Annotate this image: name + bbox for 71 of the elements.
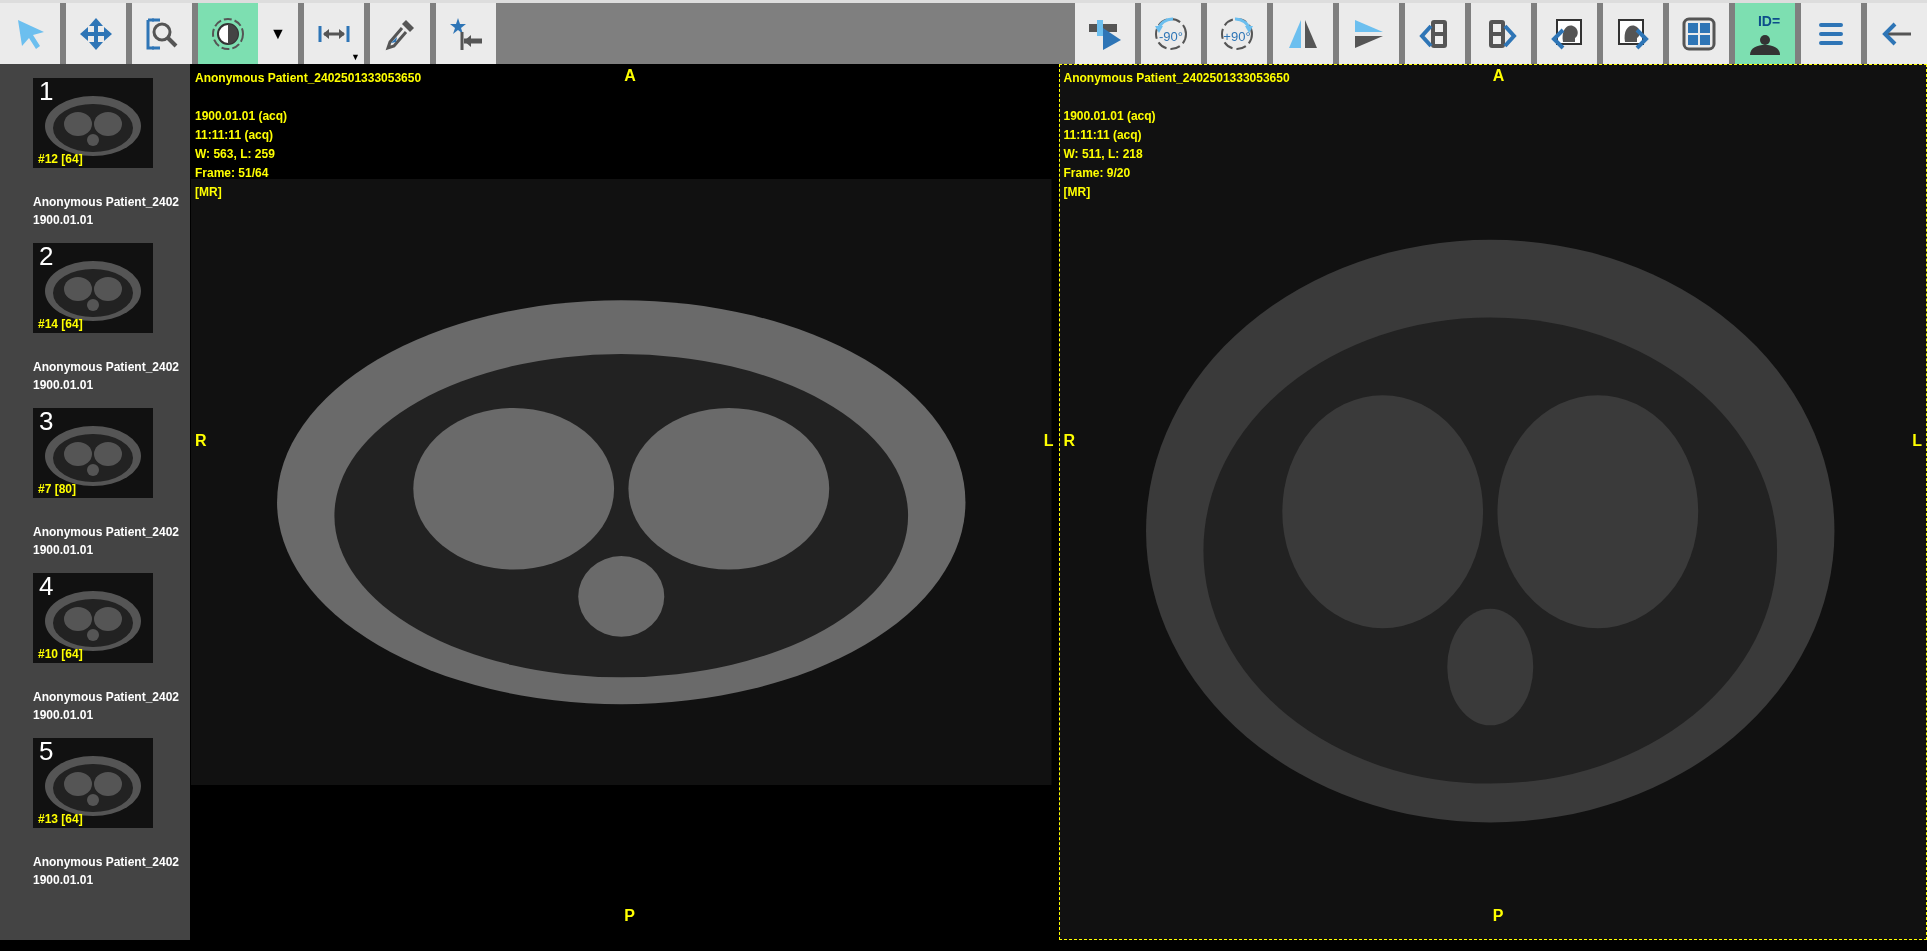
cine-button[interactable] (1075, 3, 1135, 64)
series-number: 5 (39, 736, 54, 767)
back-button[interactable] (1867, 3, 1927, 64)
overlay-info: [MR] (1063, 184, 1092, 201)
patient-name: Anonymous Patient_2402501333053650 (1063, 70, 1290, 87)
series-thumbnail[interactable]: 2 #14 [64] (33, 243, 153, 333)
measure-button[interactable]: ▼ (304, 3, 364, 64)
image-count-label: #12 [64] (38, 152, 83, 166)
star-arrow-button[interactable] (436, 3, 496, 64)
patient-info-button[interactable]: ID= (1735, 3, 1795, 64)
overlay-info: Frame: 51/64 (195, 165, 270, 182)
overlay-info: Frame: 9/20 (1063, 165, 1132, 182)
study-next-button[interactable] (1603, 3, 1663, 64)
series-prev-button[interactable] (1405, 3, 1465, 64)
series-number: 2 (39, 241, 54, 272)
series-date: 1900.01.01 (33, 872, 95, 889)
window-level-button[interactable] (198, 3, 258, 64)
menu-button[interactable] (1801, 3, 1861, 64)
orientation-label: P (1492, 907, 1504, 925)
eyedropper-button[interactable] (370, 3, 430, 64)
orientation-label: A (1492, 67, 1505, 85)
orientation-label: R (1063, 432, 1076, 451)
series-thumbnail[interactable]: 5 #13 [64] (33, 738, 153, 828)
series-date: 1900.01.01 (33, 377, 95, 394)
overlay-info: [MR] (195, 184, 223, 201)
rotate-right-icon (1219, 15, 1255, 52)
patient-name: Anonymous Patient_2402 (33, 689, 181, 706)
orientation-label: R (195, 432, 207, 451)
zoom-button[interactable] (132, 3, 192, 64)
series-number: 1 (39, 76, 54, 107)
overlay-info: W: 563, L: 259 (195, 146, 276, 163)
contrast-icon (210, 15, 246, 52)
series-date: 1900.01.01 (33, 212, 95, 229)
overlay-info: 1900.01.01 (acq) (1063, 108, 1157, 125)
image-count-label: #13 [64] (38, 812, 83, 826)
series-thumbnail[interactable]: 1 #12 [64] (33, 78, 153, 168)
series-next-button[interactable] (1471, 3, 1531, 64)
overlay-info: W: 511, L: 218 (1063, 146, 1144, 163)
pan-button[interactable] (66, 3, 126, 64)
series-date: 1900.01.01 (33, 707, 95, 724)
series-number: 4 (39, 571, 54, 602)
orientation-label: P (624, 907, 635, 925)
image-count-label: #10 [64] (38, 647, 83, 661)
orientation-label: A (624, 67, 636, 85)
series-number: 3 (39, 406, 54, 437)
overlay-info: 1900.01.01 (acq) (195, 108, 289, 125)
flip-vertical-button[interactable] (1339, 3, 1399, 64)
grid-layout-icon (1681, 15, 1717, 52)
patient-name: Anonymous Patient_2402501333053650 (195, 70, 422, 87)
layout-button[interactable] (1669, 3, 1729, 64)
patient-name: Anonymous Patient_2402 (33, 359, 181, 376)
person-silhouette-icon (1750, 34, 1780, 55)
rotate-left-icon (1153, 15, 1189, 52)
series-thumbnail[interactable]: 3 #7 [80] (33, 408, 153, 498)
patient-name: Anonymous Patient_2402 (33, 524, 181, 541)
series-thumbnail[interactable]: 4 #10 [64] (33, 573, 153, 663)
image-count-label: #7 [80] (38, 482, 77, 496)
rotate-right-button[interactable]: +90° (1207, 3, 1267, 64)
patient-name: Anonymous Patient_2402 (33, 854, 181, 871)
orientation-label: L (1043, 432, 1054, 451)
study-prev-button[interactable] (1537, 3, 1597, 64)
patient-name: Anonymous Patient_2402 (33, 194, 181, 211)
image-count-label: #14 [64] (38, 317, 83, 331)
orientation-label: L (1912, 432, 1922, 451)
image-viewport[interactable]: Anonymous Patient_2402501333053650 1900.01.01 (acq) 11:11:11 (acq) W: 511, L: 218 Frame: 9/20 [MR] A R L P (1058, 64, 1927, 940)
dropdown-button[interactable]: ▼ (258, 3, 298, 64)
series-date: 1900.01.01 (33, 542, 95, 559)
overlay-info: 11:11:11 (acq) (1063, 127, 1143, 144)
flip-horizontal-button[interactable] (1273, 3, 1333, 64)
rotate-left-button[interactable]: -90° (1141, 3, 1201, 64)
overlay-info: 11:11:11 (acq) (195, 127, 275, 144)
